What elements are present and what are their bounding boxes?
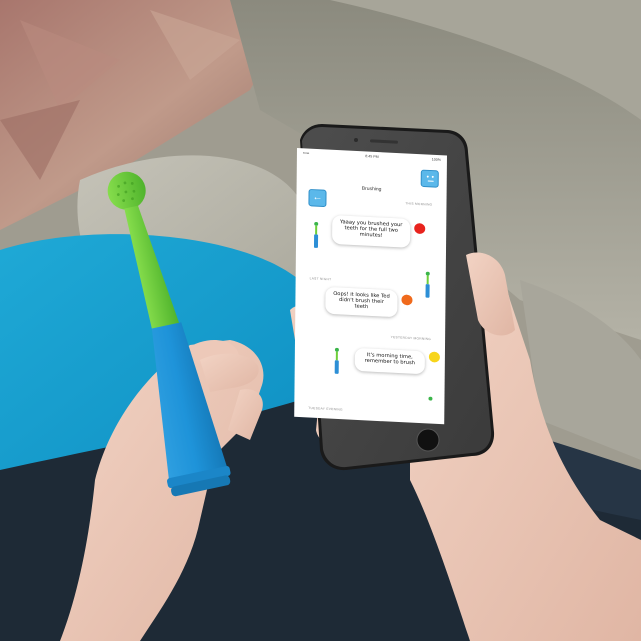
section-label: YESTERDAY MORNING xyxy=(390,335,432,342)
section-label: TUESDAY EVENING xyxy=(308,405,343,412)
toothbrush-icon xyxy=(428,396,433,401)
status-dot-yellow xyxy=(428,351,440,363)
message-bubble: It's morning time, remember to brush xyxy=(354,347,425,375)
status-dot-orange xyxy=(401,294,413,306)
section-label: LAST NIGHT xyxy=(309,276,332,282)
toothbrush-icon xyxy=(334,347,339,374)
battery-level: 100% xyxy=(431,157,441,162)
face-icon[interactable] xyxy=(420,169,439,188)
section-label: THIS MORNING xyxy=(405,201,433,207)
toothbrush-icon xyxy=(425,271,430,298)
toothbrush-icon xyxy=(313,221,319,248)
message-bubble: Oops! it looks like Ted didn't brush the… xyxy=(325,286,398,318)
status-dot-red xyxy=(414,223,426,235)
message-bubble: Yaaay you brushed your teeth for the ful… xyxy=(332,215,411,248)
arrow-left-icon[interactable]: ← xyxy=(308,188,327,208)
phone-screen: ••••• 8:45 PM 100% Brushing ← THIS MORNI… xyxy=(294,148,447,425)
